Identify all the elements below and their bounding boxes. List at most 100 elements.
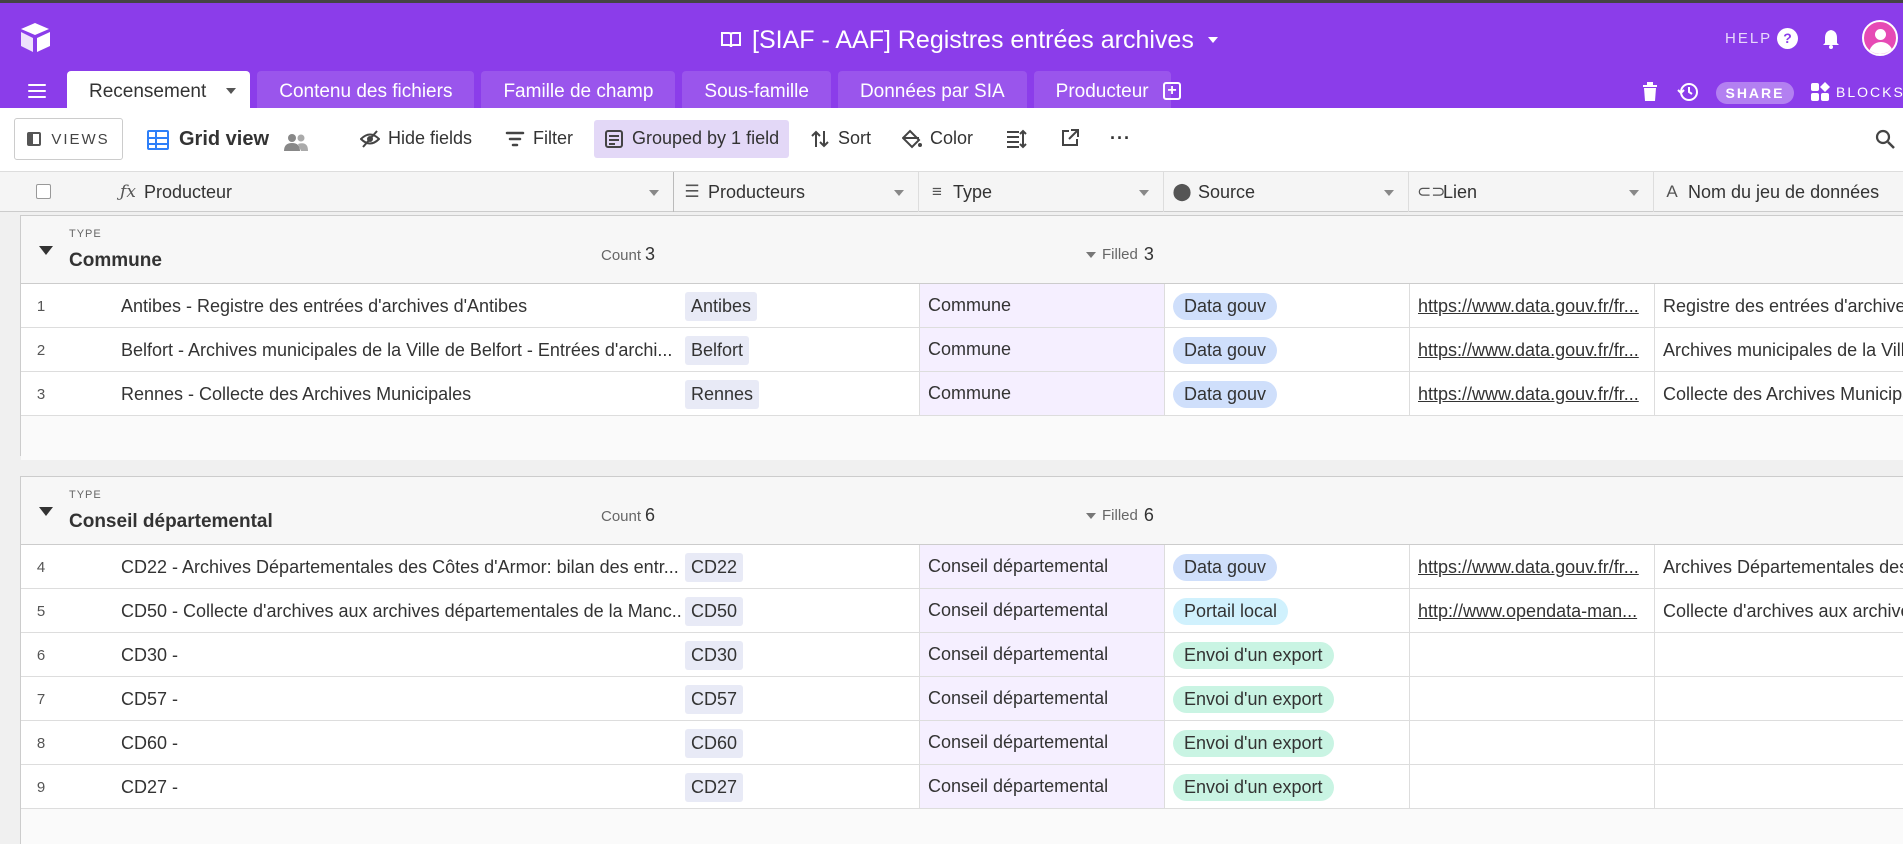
table-row[interactable]: 5 CD50 - Collecte d'archives aux archive… — [21, 589, 1903, 633]
cell-source[interactable]: Portail local — [1165, 589, 1410, 633]
cell-type[interactable]: Commune — [920, 328, 1165, 371]
chevron-down-icon[interactable] — [1139, 190, 1149, 196]
column-header-producteur[interactable]: ƒx Producteur — [110, 172, 674, 212]
cell-source[interactable]: Envoi d'un export — [1165, 765, 1410, 809]
share-view-icon[interactable] — [1060, 128, 1080, 148]
cell-type[interactable]: Conseil départemental — [920, 765, 1165, 808]
view-switcher[interactable]: Grid view — [147, 128, 269, 151]
cell-type[interactable]: Conseil départemental — [920, 545, 1165, 588]
cell-type[interactable]: Commune — [920, 284, 1165, 327]
linked-record-chip[interactable]: Antibes — [685, 291, 758, 321]
select-all-checkbox[interactable] — [36, 184, 51, 199]
collapse-group-icon[interactable] — [39, 507, 53, 516]
cell-producteurs[interactable]: CD50 — [679, 589, 923, 633]
cell-lien[interactable]: https://www.data.gouv.fr/fr... — [1410, 328, 1655, 372]
url-link[interactable]: http://www.opendata-man... — [1418, 601, 1637, 622]
cell-type[interactable]: Commune — [920, 372, 1165, 415]
cell-source[interactable]: Envoi d'un export — [1165, 633, 1410, 677]
chevron-down-icon[interactable] — [226, 88, 237, 94]
filter-button[interactable]: Filter — [505, 128, 573, 149]
cell-lien[interactable] — [1410, 677, 1655, 721]
group-button-label[interactable]: Grouped by 1 field — [604, 128, 779, 149]
cell-type[interactable]: Conseil départemental — [920, 589, 1165, 632]
group-header[interactable]: TYPE Commune Count 3 Filled 3 — [21, 216, 1903, 284]
help-icon[interactable]: ? — [1777, 28, 1798, 49]
add-record-row[interactable] — [21, 416, 1903, 460]
group-filled-summary[interactable]: Filled 3 — [1086, 244, 1154, 265]
linked-record-chip[interactable]: CD50 — [685, 596, 744, 626]
table-row[interactable]: 7 CD57 - CD57 Conseil départemental Envo… — [21, 677, 1903, 721]
chevron-down-icon[interactable] — [1629, 190, 1639, 196]
tab-donnees-par-sia[interactable]: Données par SIA — [837, 71, 1027, 111]
linked-record-chip[interactable]: CD27 — [685, 772, 744, 802]
tab-producteur[interactable]: Producteur — [1033, 71, 1171, 111]
table-row[interactable]: 3 Rennes - Collecte des Archives Municip… — [21, 372, 1903, 416]
table-row[interactable]: 6 CD30 - CD30 Conseil départemental Envo… — [21, 633, 1903, 677]
help-link[interactable]: HELP — [1725, 30, 1772, 47]
trash-icon[interactable] — [1642, 82, 1658, 101]
menu-icon[interactable] — [28, 84, 46, 98]
share-button[interactable]: SHARE — [1716, 82, 1794, 104]
chevron-down-icon[interactable] — [894, 190, 904, 196]
cell-producteurs[interactable]: CD22 — [679, 545, 923, 589]
cell-source[interactable]: Envoi d'un export — [1165, 677, 1410, 721]
linked-record-chip[interactable]: CD57 — [685, 684, 744, 714]
linked-record-chip[interactable]: CD22 — [685, 552, 744, 582]
cell-producteurs[interactable]: Belfort — [679, 328, 923, 372]
url-link[interactable]: https://www.data.gouv.fr/fr... — [1418, 340, 1639, 361]
cell-type[interactable]: Conseil départemental — [920, 677, 1165, 720]
airtable-logo-icon[interactable] — [18, 21, 52, 53]
sort-button[interactable]: Sort — [810, 128, 871, 149]
cell-producteur[interactable]: CD57 - — [121, 677, 681, 721]
cell-nom[interactable] — [1655, 633, 1903, 677]
group-header[interactable]: TYPE Conseil départemental Count 6 Filled… — [21, 477, 1903, 545]
collaborative-view-icon[interactable] — [284, 133, 308, 151]
cell-lien[interactable]: https://www.data.gouv.fr/fr... — [1410, 372, 1655, 416]
cell-nom[interactable] — [1655, 677, 1903, 721]
cell-lien[interactable]: https://www.data.gouv.fr/fr... — [1410, 284, 1655, 328]
cell-lien[interactable]: http://www.opendata-man... — [1410, 589, 1655, 633]
cell-lien[interactable] — [1410, 765, 1655, 809]
cell-producteurs[interactable]: Rennes — [679, 372, 923, 416]
url-link[interactable]: https://www.data.gouv.fr/fr... — [1418, 557, 1639, 578]
cell-producteurs[interactable]: CD30 — [679, 633, 923, 677]
color-button[interactable]: Color — [902, 128, 973, 149]
linked-record-chip[interactable]: Belfort — [685, 335, 750, 365]
history-icon[interactable] — [1677, 81, 1699, 103]
url-link[interactable]: https://www.data.gouv.fr/fr... — [1418, 384, 1639, 405]
column-header-lien[interactable]: ⊂⊃ Lien — [1409, 172, 1654, 212]
group-filled-summary[interactable]: Filled 6 — [1086, 505, 1154, 526]
tab-recensement[interactable]: Recensement — [67, 71, 251, 111]
cell-nom[interactable]: Archives municipales de la Ville — [1655, 328, 1903, 372]
table-row[interactable]: 9 CD27 - CD27 Conseil départemental Envo… — [21, 765, 1903, 809]
cell-nom[interactable] — [1655, 765, 1903, 809]
cell-producteurs[interactable]: CD27 — [679, 765, 923, 809]
cell-producteurs[interactable]: Antibes — [679, 284, 923, 328]
cell-producteur[interactable]: CD60 - — [121, 721, 681, 765]
table-row[interactable]: 2 Belfort - Archives municipales de la V… — [21, 328, 1903, 372]
collapse-group-icon[interactable] — [39, 246, 53, 255]
cell-nom[interactable]: Collecte des Archives Municipa — [1655, 372, 1903, 416]
add-table-icon[interactable]: + — [1163, 82, 1181, 100]
linked-record-chip[interactable]: Rennes — [685, 379, 760, 409]
tab-sous-famille[interactable]: Sous-famille — [682, 71, 831, 111]
chevron-down-icon[interactable] — [1384, 190, 1394, 196]
cell-nom[interactable] — [1655, 721, 1903, 765]
cell-source[interactable]: Data gouv — [1165, 284, 1410, 328]
tab-contenu-des-fichiers[interactable]: Contenu des fichiers — [257, 71, 475, 111]
cell-nom[interactable]: Registre des entrées d'archives — [1655, 284, 1903, 328]
cell-source[interactable]: Envoi d'un export — [1165, 721, 1410, 765]
views-button[interactable]: VIEWS — [14, 118, 123, 160]
cell-nom[interactable]: Archives Départementales des — [1655, 545, 1903, 589]
cell-source[interactable]: Data gouv — [1165, 545, 1410, 589]
blocks-button[interactable]: BLOCKS — [1810, 82, 1903, 102]
more-options-button[interactable]: ··· — [1110, 128, 1131, 149]
cell-producteur[interactable]: CD30 - — [121, 633, 681, 677]
cell-source[interactable]: Data gouv — [1165, 372, 1410, 416]
url-link[interactable]: https://www.data.gouv.fr/fr... — [1418, 296, 1639, 317]
avatar[interactable] — [1862, 20, 1898, 56]
cell-producteur[interactable]: CD50 - Collecte d'archives aux archives … — [121, 589, 681, 633]
bell-icon[interactable] — [1820, 28, 1842, 50]
cell-nom[interactable]: Collecte d'archives aux archives — [1655, 589, 1903, 633]
cell-type[interactable]: Conseil départemental — [920, 633, 1165, 676]
